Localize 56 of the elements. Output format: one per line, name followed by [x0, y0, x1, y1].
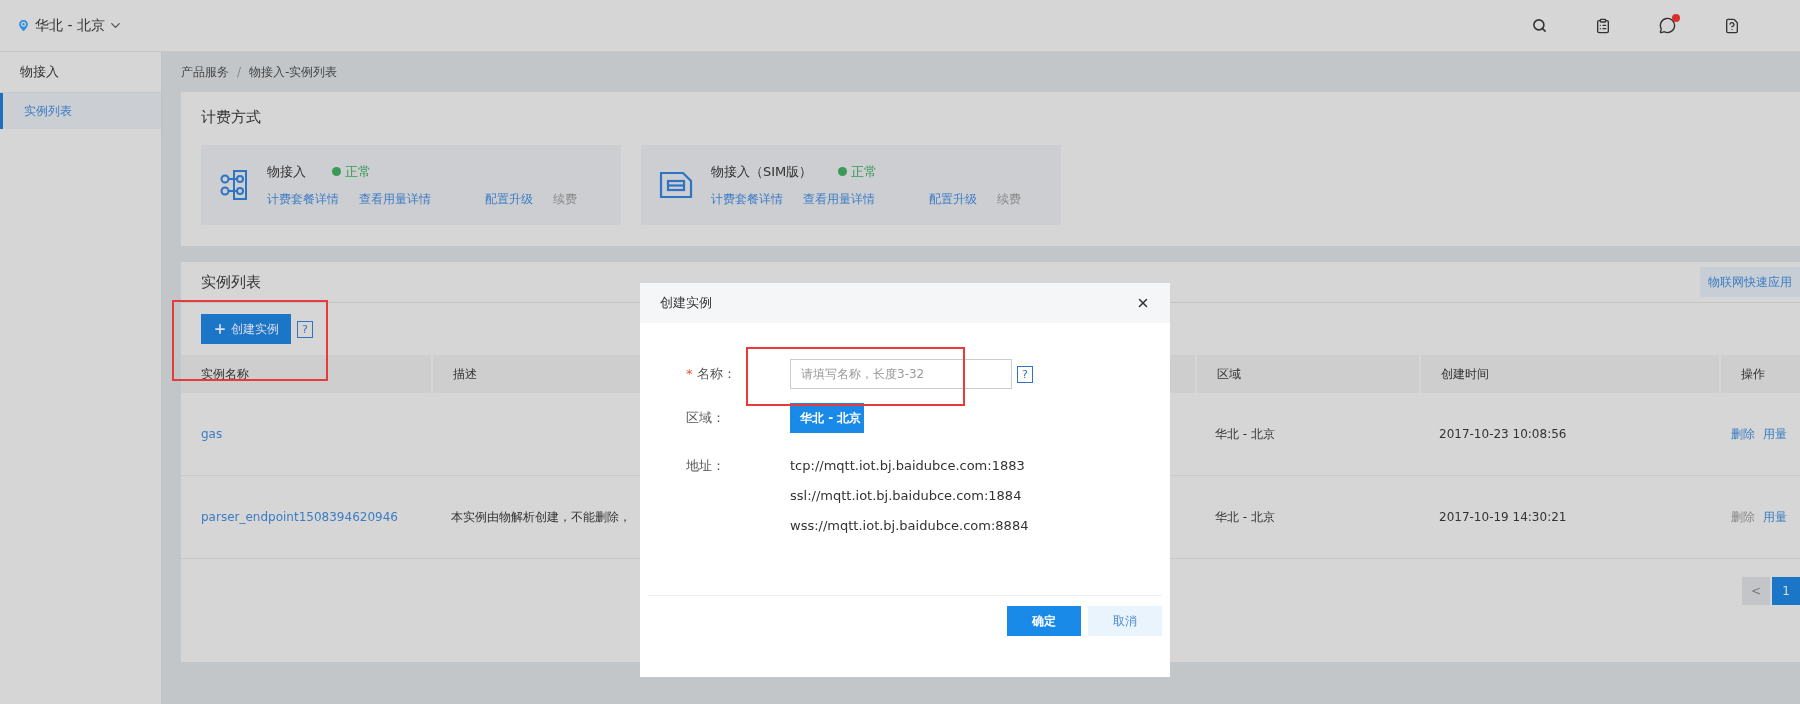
- field-label: 地址：: [685, 457, 726, 475]
- status-label: 正常: [838, 162, 878, 181]
- help-button[interactable]: ?: [297, 320, 313, 338]
- name-input-field[interactable]: 请填写名称，长度3-32: [790, 359, 1012, 389]
- action-link[interactable]: 删除: [1731, 425, 1755, 443]
- list-document-icon[interactable]: [1595, 17, 1611, 34]
- status-label: 正常: [332, 162, 371, 181]
- plan-link[interactable]: 计费套餐详情: [711, 190, 783, 208]
- plan-link[interactable]: 查看用量详情: [803, 190, 875, 208]
- create-instance-button[interactable]: 创建实例: [201, 314, 291, 344]
- page-button[interactable]: 1: [1772, 577, 1800, 605]
- close-icon[interactable]: [1136, 296, 1150, 310]
- address-text: tcp://mqtt.iot.bj.baidubce.com:1883: [790, 457, 1026, 475]
- dialog-title: 创建实例: [660, 294, 712, 312]
- quick-app-button[interactable]: 物联网快速应用: [1700, 267, 1800, 297]
- field-label: 区域：: [685, 409, 726, 427]
- plan-link[interactable]: 计费套餐详情: [267, 190, 339, 208]
- address-text: ssl://mqtt.iot.bj.baidubce.com:1884: [790, 487, 1023, 505]
- plus-icon: [213, 322, 227, 336]
- column-header: 创建时间: [1419, 355, 1719, 393]
- sidebar-item[interactable]: 实例列表: [0, 93, 161, 129]
- nodes-icon: [219, 169, 249, 201]
- action-link[interactable]: 用量: [1763, 508, 1787, 526]
- region-selector[interactable]: 华北 - 北京: [35, 16, 105, 35]
- help-button[interactable]: ?: [1017, 365, 1033, 383]
- plan-link[interactable]: 配置升级: [485, 190, 533, 208]
- location-pin-icon: [16, 18, 31, 33]
- table-cell: 本实例由物解析创建，不能删除，: [451, 508, 631, 526]
- instance-name-link[interactable]: parser_endpoint1508394620946: [201, 510, 398, 524]
- plan-name: 物接入（SIM版）: [711, 162, 813, 181]
- plan-link[interactable]: 配置升级: [929, 190, 977, 208]
- search-icon[interactable]: [1532, 18, 1547, 33]
- instance-name-link[interactable]: gas: [201, 427, 223, 441]
- region-button[interactable]: 华北 - 北京: [790, 403, 864, 433]
- section-title: 计费方式: [201, 108, 262, 127]
- help-document-icon[interactable]: [1724, 17, 1740, 34]
- sim-card-icon: [659, 171, 693, 199]
- previous-page-button[interactable]: <: [1742, 577, 1770, 605]
- plan-name: 物接入: [267, 162, 306, 181]
- address-text: wss://mqtt.iot.bj.baidubce.com:8884: [790, 517, 1030, 535]
- table-cell: 2017-10-19 14:30:21: [1439, 510, 1567, 524]
- plan-link[interactable]: 查看用量详情: [359, 190, 431, 208]
- field-label: * 名称：: [685, 365, 737, 383]
- table-cell: 华北 - 北京: [1215, 508, 1275, 526]
- column-header: 区域: [1195, 355, 1419, 393]
- section-title: 实例列表: [201, 272, 261, 292]
- breadcrumb-item[interactable]: 产品服务: [181, 63, 229, 81]
- breadcrumb-separator: /: [237, 65, 242, 79]
- table-cell: 2017-10-23 10:08:56: [1439, 427, 1567, 441]
- confirm-button[interactable]: 确定: [1007, 606, 1081, 636]
- action-link[interactable]: 用量: [1763, 425, 1787, 443]
- breadcrumb-item: 物接入-实例列表: [249, 63, 338, 81]
- column-header: 实例名称: [200, 365, 250, 383]
- cancel-button[interactable]: 取消: [1088, 606, 1162, 636]
- column-header: 操作: [1719, 355, 1800, 393]
- table-cell: 华北 - 北京: [1215, 425, 1275, 443]
